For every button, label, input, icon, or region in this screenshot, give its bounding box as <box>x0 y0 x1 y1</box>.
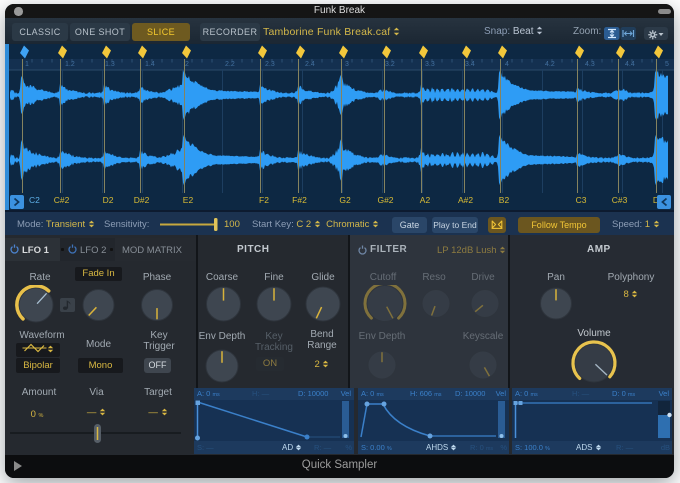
svg-text:E2: E2 <box>183 195 194 205</box>
svg-text:1: 1 <box>25 61 29 68</box>
svg-text:2.4: 2.4 <box>305 61 315 68</box>
svg-text:C#2: C#2 <box>54 195 70 205</box>
svg-text:A#2: A#2 <box>458 195 473 205</box>
svg-text:2.3: 2.3 <box>265 61 275 68</box>
svg-text:D2: D2 <box>103 195 114 205</box>
svg-text:B2: B2 <box>499 195 510 205</box>
svg-text:F#2: F#2 <box>292 195 307 205</box>
svg-text:5: 5 <box>665 61 669 68</box>
svg-text:4.4: 4.4 <box>625 61 635 68</box>
svg-text:4.2: 4.2 <box>545 61 555 68</box>
svg-text:F2: F2 <box>259 195 269 205</box>
svg-text:1.3: 1.3 <box>105 61 115 68</box>
svg-text:3.3: 3.3 <box>425 61 435 68</box>
svg-text:1.4: 1.4 <box>145 61 155 68</box>
svg-text:C3: C3 <box>576 195 587 205</box>
svg-text:G#2: G#2 <box>377 195 393 205</box>
svg-text:A2: A2 <box>420 195 431 205</box>
svg-text:2.2: 2.2 <box>225 61 235 68</box>
svg-text:3.4: 3.4 <box>465 61 475 68</box>
svg-text:3.2: 3.2 <box>385 61 395 68</box>
svg-text:3: 3 <box>345 61 349 68</box>
svg-text:G2: G2 <box>339 195 351 205</box>
svg-text:C#3: C#3 <box>612 195 628 205</box>
svg-text:C2: C2 <box>29 195 40 205</box>
svg-text:4.3: 4.3 <box>585 61 595 68</box>
svg-text:D#2: D#2 <box>134 195 150 205</box>
svg-text:4: 4 <box>505 61 509 68</box>
svg-text:2: 2 <box>185 61 189 68</box>
svg-text:1.2: 1.2 <box>65 61 75 68</box>
